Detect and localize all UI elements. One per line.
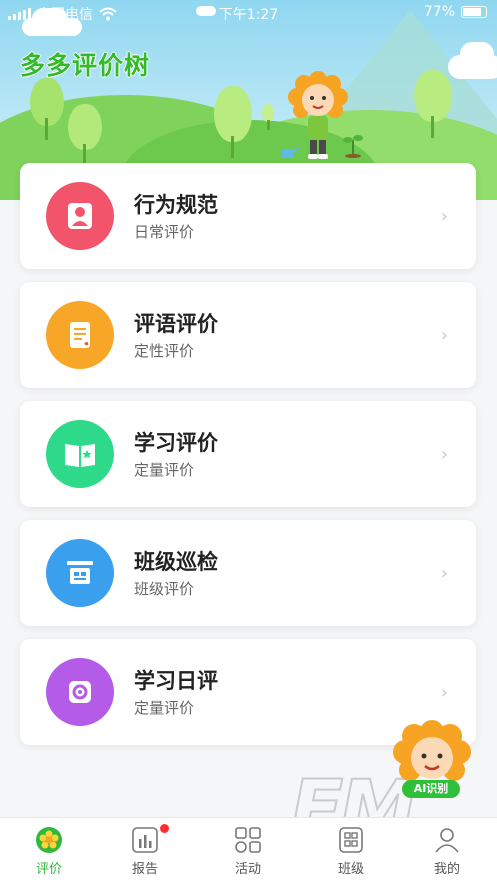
grid-icon xyxy=(234,826,262,854)
battery-info: 77% xyxy=(424,4,487,20)
tab-report[interactable]: 报告 xyxy=(110,824,180,877)
ai-recognition-badge[interactable]: AI识别 xyxy=(402,780,460,798)
card-subtitle: 班级评价 xyxy=(134,580,195,598)
card-subtitle: 定量评价 xyxy=(134,461,195,479)
tab-label: 评价 xyxy=(35,862,62,877)
card-title: 学习日评 xyxy=(134,669,218,693)
tab-mine[interactable]: 我的 xyxy=(412,826,482,877)
chevron-right-icon: › xyxy=(440,206,448,227)
notification-dot xyxy=(160,824,169,833)
sprout-icon xyxy=(343,135,363,158)
card-subtitle: 定量评价 xyxy=(134,699,195,717)
card-icon-circle xyxy=(46,539,114,607)
card-behavior[interactable]: 行为规范 日常评价 › xyxy=(20,163,476,269)
chevron-right-icon: › xyxy=(440,325,448,346)
tab-label: 报告 xyxy=(131,862,158,877)
card-title: 班级巡检 xyxy=(134,550,218,574)
tab-class[interactable]: 班级 xyxy=(316,826,386,877)
user-icon xyxy=(433,826,461,854)
card-inspection[interactable]: 班级巡检 班级评价 › xyxy=(20,520,476,626)
tab-evaluate[interactable]: 评价 xyxy=(14,826,84,877)
card-icon-circle xyxy=(46,301,114,369)
chevron-right-icon: › xyxy=(440,682,448,703)
battery-icon xyxy=(461,6,487,18)
card-icon-circle xyxy=(46,182,114,250)
tab-label: 班级 xyxy=(337,862,364,877)
card-subtitle: 日常评价 xyxy=(134,223,195,241)
battery-percent: 77% xyxy=(423,4,455,20)
class-icon xyxy=(337,826,365,854)
cloud xyxy=(460,42,494,66)
bottom-tab-bar: 评价 报告 活动 班级 我的 xyxy=(0,817,497,883)
person-card-icon xyxy=(68,203,92,229)
book-icon xyxy=(65,444,95,467)
tab-activity[interactable]: 活动 xyxy=(213,826,283,877)
app-title: 多多评价树 xyxy=(20,51,151,80)
card-comment[interactable]: 评语评价 定性评价 › xyxy=(20,282,476,388)
gear-badge-icon xyxy=(69,681,91,703)
chevron-right-icon: › xyxy=(440,563,448,584)
chart-icon xyxy=(131,824,169,854)
chevron-right-icon: › xyxy=(440,444,448,465)
card-title: 评语评价 xyxy=(134,312,218,336)
card-subtitle: 定性评价 xyxy=(134,342,195,360)
tab-label: 我的 xyxy=(433,862,460,877)
card-study[interactable]: 学习评价 定量评价 › xyxy=(20,401,476,507)
card-icon-circle xyxy=(46,658,114,726)
card-title: 学习评价 xyxy=(134,431,218,455)
tab-label: 活动 xyxy=(234,862,261,877)
inspection-icon xyxy=(67,561,93,584)
flower-icon xyxy=(35,826,63,854)
status-time: 下午1:27 xyxy=(218,7,279,23)
document-icon xyxy=(70,322,90,348)
card-title: 行为规范 xyxy=(134,193,218,217)
status-bar: 中国电信 下午1:27 77% xyxy=(0,0,497,26)
card-icon-circle xyxy=(46,420,114,488)
watering-can-icon xyxy=(282,147,300,158)
